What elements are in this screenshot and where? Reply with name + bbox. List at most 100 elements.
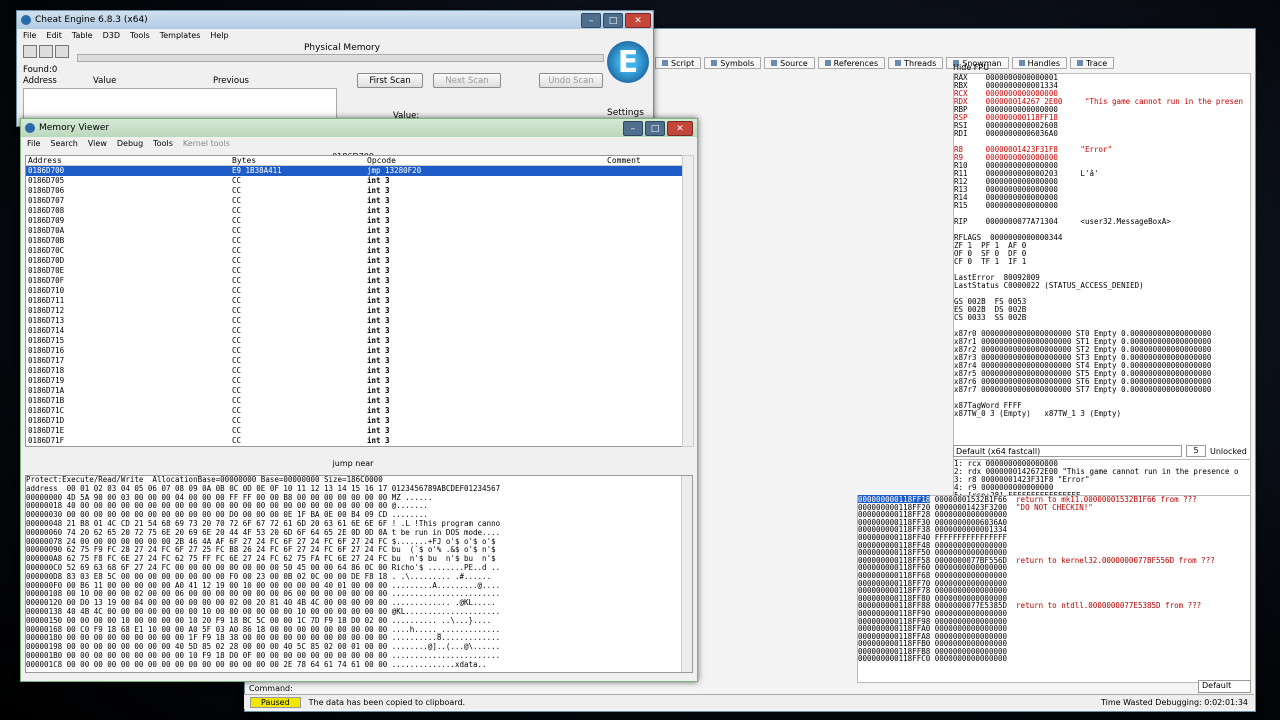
disasm-row[interactable]: 0186D714 CC int 3 xyxy=(26,326,682,336)
disasm-row[interactable]: 0186D70C CC int 3 xyxy=(26,246,682,256)
disasm-row[interactable]: 0186D717 CC int 3 xyxy=(26,356,682,366)
default-dropdown[interactable]: Default xyxy=(1198,680,1251,693)
open-process-icon[interactable] xyxy=(23,45,37,58)
disasm-row[interactable]: 0186D708 CC int 3 xyxy=(26,206,682,216)
menu-table[interactable]: Table xyxy=(72,31,93,40)
disasm-row[interactable]: 0186D706 CC int 3 xyxy=(26,186,682,196)
col-comment[interactable]: Comment xyxy=(607,156,682,165)
menu-tools[interactable]: Tools xyxy=(153,139,173,148)
disasm-row[interactable]: 0186D70A CC int 3 xyxy=(26,226,682,236)
row-bytes: CC xyxy=(232,306,242,315)
hide-fpu-label[interactable]: Hide FPU xyxy=(953,63,989,72)
stack-row[interactable]: 000000000118FFC0 0000000000000000 xyxy=(858,654,1250,664)
col-opcode[interactable]: Opcode xyxy=(367,156,607,165)
save-icon[interactable] xyxy=(55,45,69,58)
disasm-row[interactable]: 0186D711 CC int 3 xyxy=(26,296,682,306)
menu-view[interactable]: View xyxy=(88,139,107,148)
row-bytes: CC xyxy=(232,316,242,325)
disasm-row[interactable]: 0186D719 CC int 3 xyxy=(26,376,682,386)
register-line[interactable]: CS 0033 SS 002B xyxy=(954,314,1250,322)
disasm-row[interactable]: 0186D716 CC int 3 xyxy=(26,346,682,356)
col-previous[interactable]: Previous xyxy=(213,76,313,88)
col-address[interactable]: Address xyxy=(26,156,232,165)
tab-threads[interactable]: Threads xyxy=(888,57,944,69)
tab-symbols[interactable]: Symbols xyxy=(704,57,762,69)
register-line[interactable]: R15 0000000000000000 xyxy=(954,202,1250,210)
tab-trace[interactable]: Trace xyxy=(1070,57,1115,69)
menu-tools[interactable]: Tools xyxy=(130,31,150,40)
menu-kernel-tools[interactable]: Kernel tools xyxy=(183,139,230,148)
row-comment xyxy=(607,346,682,356)
disassembler-view[interactable]: Address Bytes Opcode Comment 0186D700 E9 … xyxy=(25,155,683,447)
minimize-icon[interactable]: – xyxy=(623,121,643,136)
tab-source[interactable]: Source xyxy=(764,57,815,69)
tab-handles[interactable]: Handles xyxy=(1011,57,1067,69)
hex-view[interactable]: Protect:Execute/Read/Write AllocationBas… xyxy=(25,475,693,673)
disasm-row[interactable]: 0186D715 CC int 3 xyxy=(26,336,682,346)
disasm-row[interactable]: 0186D705 CC int 3 xyxy=(26,176,682,186)
register-line[interactable]: RIP 0000000077A71304 <user32.MessageBoxA… xyxy=(954,218,1250,226)
disasm-scrollbar[interactable] xyxy=(682,155,694,447)
undo-scan-button[interactable]: Undo Scan xyxy=(539,73,603,88)
disasm-row[interactable]: 0186D710 CC int 3 xyxy=(26,286,682,296)
maximize-icon[interactable]: □ xyxy=(603,13,623,28)
disasm-row[interactable]: 0186D70B CC int 3 xyxy=(26,236,682,246)
disasm-row[interactable]: 0186D71D CC int 3 xyxy=(26,416,682,426)
cheat-engine-logo-icon[interactable]: E xyxy=(607,41,649,83)
disasm-row[interactable]: 0186D707 CC int 3 xyxy=(26,196,682,206)
next-scan-button[interactable]: Next Scan xyxy=(433,73,501,88)
tab-references[interactable]: References xyxy=(817,57,886,69)
row-opcode: int 3 xyxy=(367,376,390,385)
menu-file[interactable]: File xyxy=(27,139,40,148)
first-scan-button[interactable]: First Scan xyxy=(357,73,423,88)
disasm-row[interactable]: 0186D70D CC int 3 xyxy=(26,256,682,266)
col-bytes[interactable]: Bytes xyxy=(232,156,367,165)
disasm-row[interactable]: 0186D709 CC int 3 xyxy=(26,216,682,226)
minimize-icon[interactable]: – xyxy=(581,13,601,28)
disasm-row[interactable]: 0186D713 CC int 3 xyxy=(26,316,682,326)
references-icon xyxy=(824,60,831,66)
disasm-row[interactable]: 0186D718 CC int 3 xyxy=(26,366,682,376)
row-address: 0186D71D xyxy=(28,416,65,425)
col-value[interactable]: Value xyxy=(93,76,213,88)
register-line[interactable]: x87r7 00000000000000000000 ST7 Empty 0.0… xyxy=(954,386,1250,394)
col-address[interactable]: Address xyxy=(23,76,93,88)
close-icon[interactable]: ✕ xyxy=(667,121,693,136)
calling-convention-select[interactable]: Default (x64 fastcall) xyxy=(953,445,1182,457)
open-file-icon[interactable] xyxy=(39,45,53,58)
menu-templates[interactable]: Templates xyxy=(160,31,201,40)
row-bytes: CC xyxy=(232,266,242,275)
disasm-row[interactable]: 0186D71C CC int 3 xyxy=(26,406,682,416)
row-comment xyxy=(607,286,682,296)
disasm-row[interactable]: 0186D712 CC int 3 xyxy=(26,306,682,316)
register-line[interactable]: LastStatus C0000022 (STATUS_ACCESS_DENIE… xyxy=(954,282,1250,290)
menu-debug[interactable]: Debug xyxy=(117,139,143,148)
row-comment xyxy=(607,226,682,236)
unlocked-checkbox[interactable]: Unlocked xyxy=(1210,447,1247,456)
row-comment xyxy=(607,186,682,196)
disasm-row[interactable]: 0186D70E CC int 3 xyxy=(26,266,682,276)
disasm-row[interactable]: 0186D700 E9 1B38A411 jmp 13280F20 xyxy=(26,166,682,176)
row-opcode: int 3 xyxy=(367,316,390,325)
menu-edit[interactable]: Edit xyxy=(46,31,62,40)
menu-file[interactable]: File xyxy=(23,31,36,40)
menu-search[interactable]: Search xyxy=(50,139,77,148)
maximize-icon[interactable]: □ xyxy=(645,121,665,136)
hex-scrollbar[interactable] xyxy=(681,476,692,672)
disasm-row[interactable]: 0186D71B CC int 3 xyxy=(26,396,682,406)
disasm-row[interactable]: 0186D71F CC int 3 xyxy=(26,436,682,446)
settings-link[interactable]: Settings xyxy=(607,108,644,118)
row-address: 0186D706 xyxy=(28,186,65,195)
register-line[interactable]: CF 0 TF 1 IF 1 xyxy=(954,258,1250,266)
close-icon[interactable]: ✕ xyxy=(625,13,651,28)
argument-count-spinner[interactable]: 5 xyxy=(1186,445,1206,457)
disasm-row[interactable]: 0186D70F CC int 3 xyxy=(26,276,682,286)
trace-icon xyxy=(1077,60,1083,66)
register-line[interactable]: RDI 00000000006036A0 xyxy=(954,130,1250,138)
tab-script[interactable]: Script xyxy=(655,57,702,69)
register-line[interactable]: x87TW_0 3 (Empty) x87TW_1 3 (Empty) xyxy=(954,410,1250,418)
menu-help[interactable]: Help xyxy=(210,31,228,40)
disasm-row[interactable]: 0186D71E CC int 3 xyxy=(26,426,682,436)
disasm-row[interactable]: 0186D71A CC int 3 xyxy=(26,386,682,396)
menu-d3d[interactable]: D3D xyxy=(103,31,120,40)
